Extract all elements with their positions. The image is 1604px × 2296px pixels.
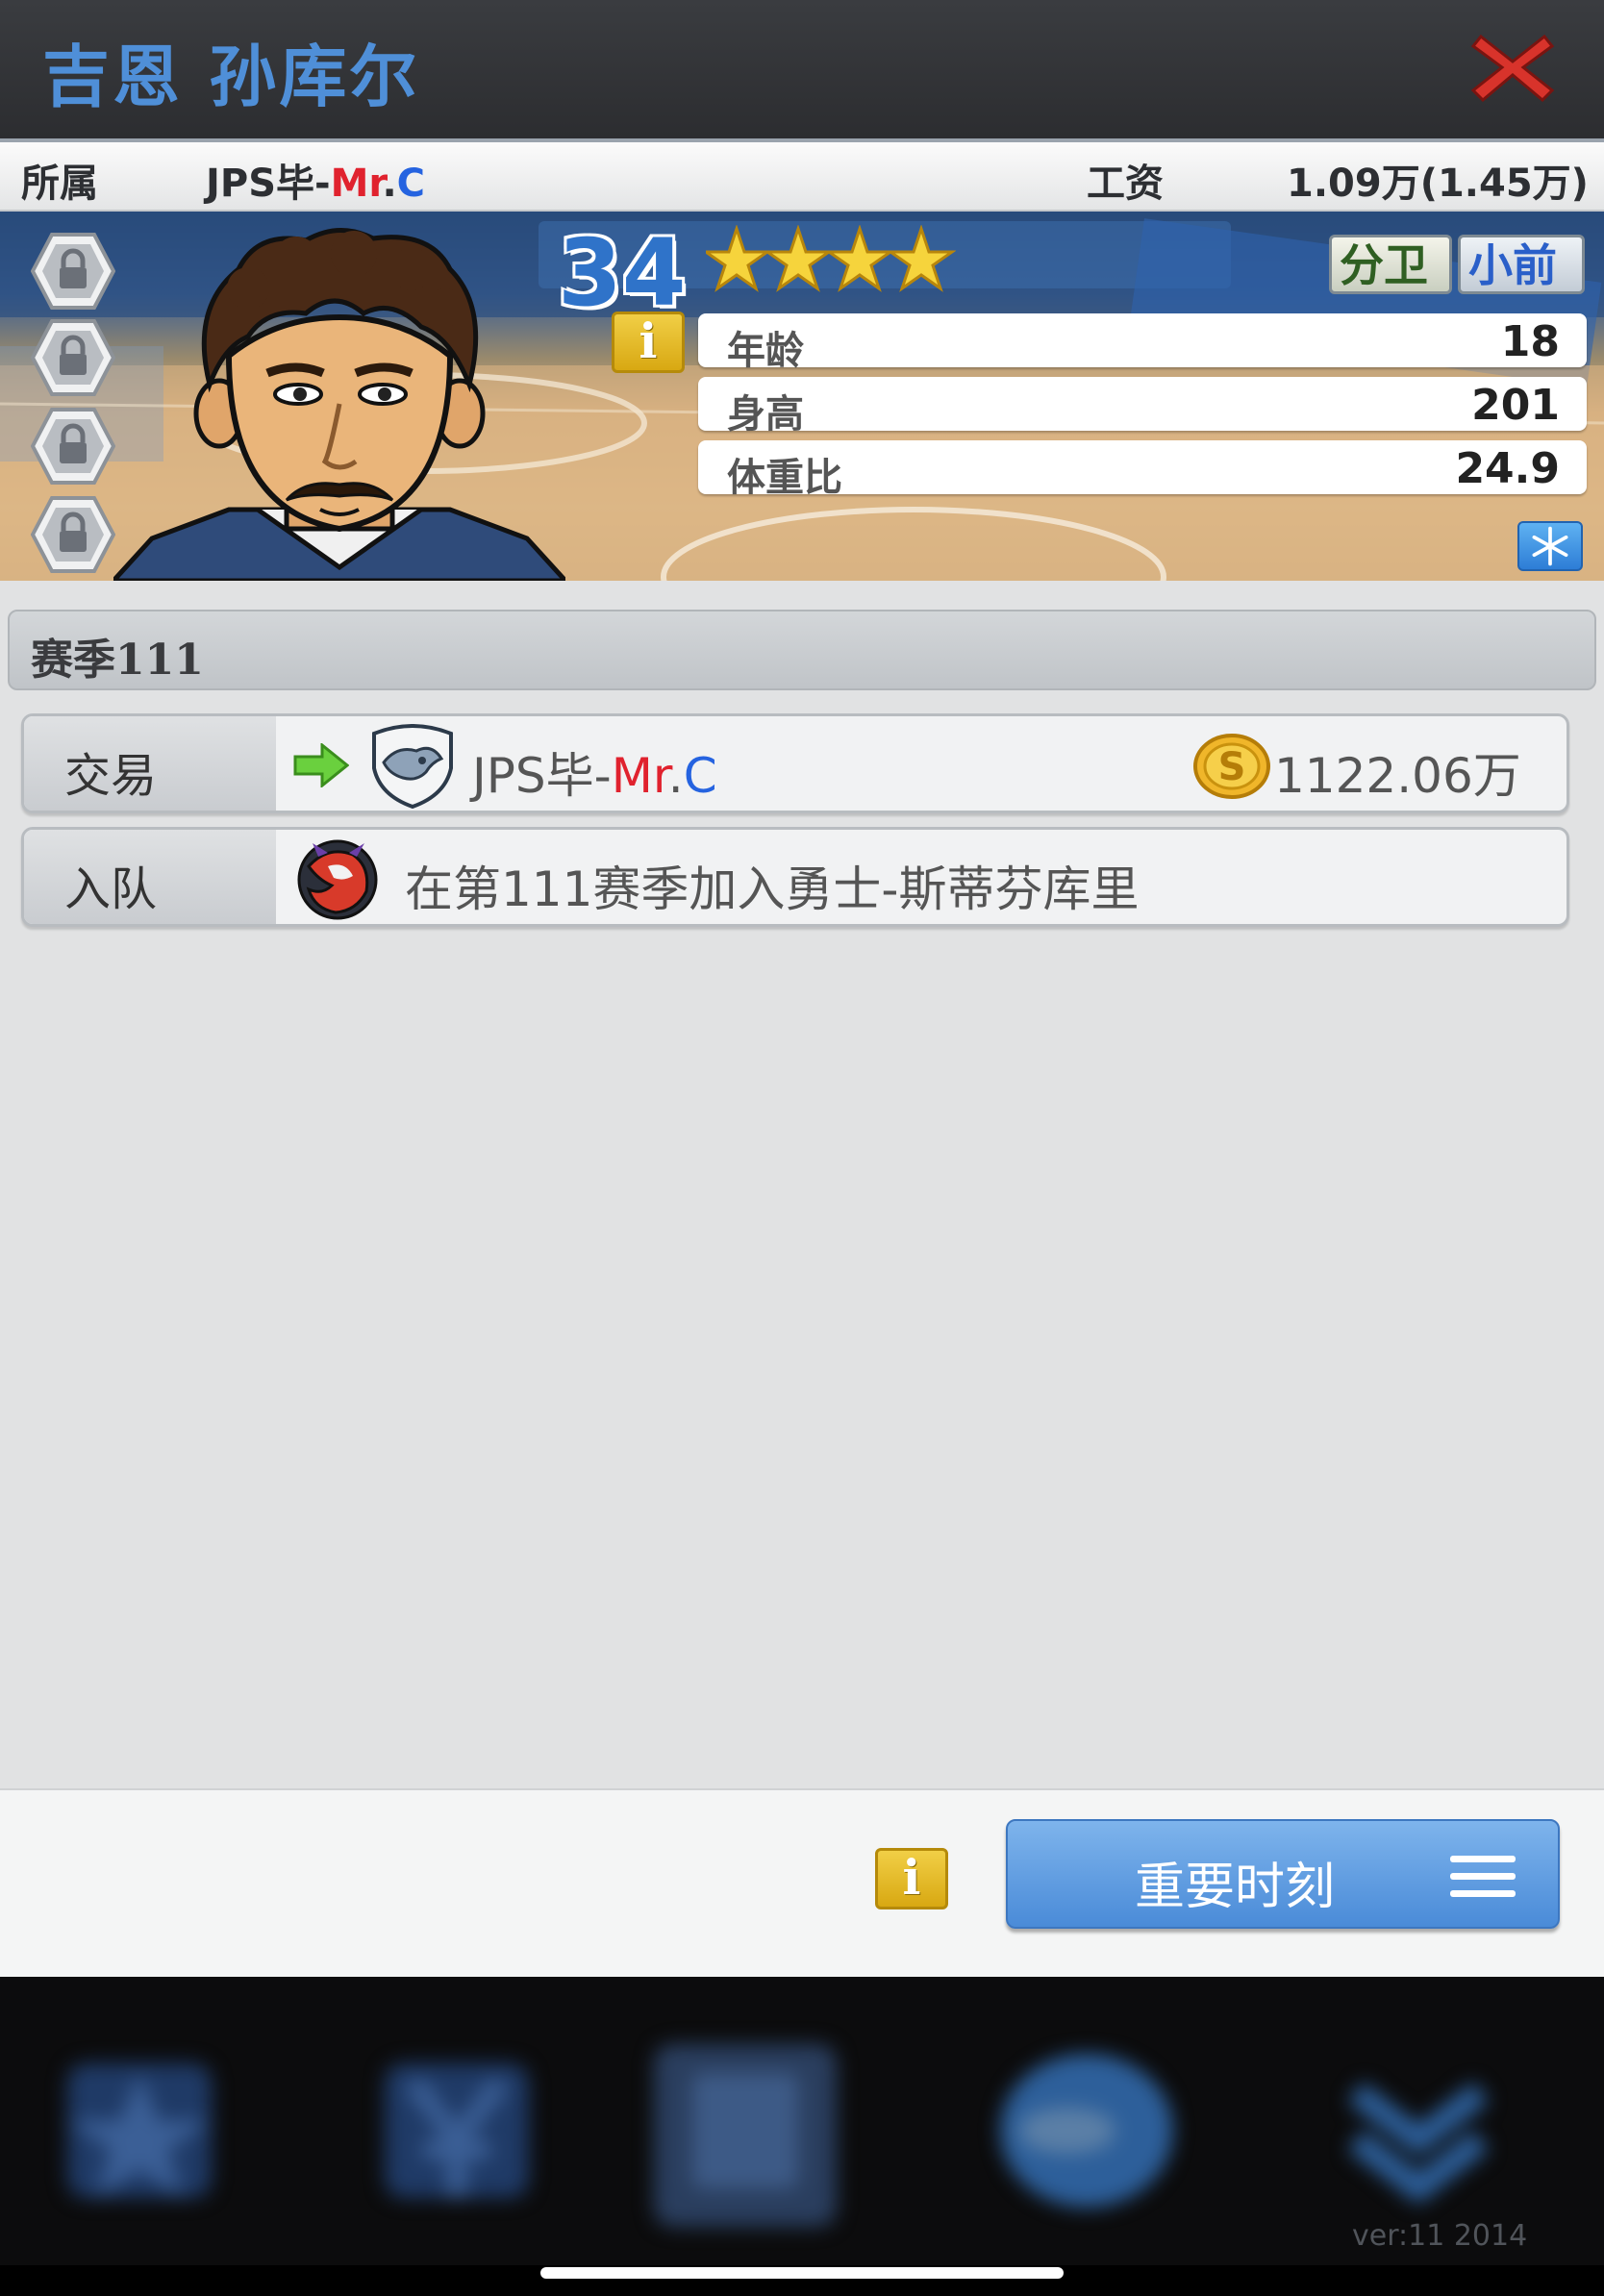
position-secondary: 小前 <box>1458 235 1585 294</box>
player-dialog: 所属 JPS毕-Mr.C 工资 1.09万(1.45万) 34 i 分卫 小前 … <box>0 138 1604 1981</box>
stat-label: 身高 <box>727 392 804 437</box>
close-icon[interactable] <box>1469 29 1556 106</box>
freeze-icon[interactable] <box>1517 521 1583 571</box>
star-icon <box>67 2063 212 2198</box>
menu-icon <box>1450 1856 1516 1897</box>
stat-label: 体重比 <box>727 456 842 500</box>
stat-row-height: 身高 201 <box>698 377 1587 437</box>
history-type-label: 交易 <box>64 749 158 803</box>
star-rating <box>706 225 956 292</box>
key-moments-button[interactable]: 重要时刻 <box>1006 1819 1560 1929</box>
chevron-down-icon <box>1348 2082 1489 2205</box>
salary-label: 工资 <box>1087 162 1164 206</box>
lock-icon[interactable] <box>31 496 115 573</box>
svg-text:S: S <box>1218 745 1246 789</box>
team-label: 所属 <box>21 162 98 206</box>
history-type-label: 入队 <box>64 862 158 916</box>
join-text: 在第111赛季加入勇士-斯蒂芬库里 <box>405 861 1140 917</box>
stat-value: 201 <box>1471 381 1560 430</box>
position-primary: 分卫 <box>1329 235 1452 294</box>
version-label: ver:11 2014 <box>1352 2219 1528 2253</box>
player-name: 吉恩 孙库尔 <box>42 37 420 116</box>
lock-icon[interactable] <box>31 233 115 310</box>
trade-team-name[interactable]: JPS毕-Mr.C <box>472 737 717 807</box>
salary-value: 1.09万(1.45万) <box>1287 162 1589 206</box>
history-type-cell: 入队 <box>24 830 276 924</box>
chat-icon <box>1000 2054 1173 2208</box>
stat-row-age: 年龄 18 <box>698 313 1587 373</box>
stat-row-weight-ratio: 体重比 24.9 <box>698 440 1587 500</box>
history-row-trade[interactable]: 交易 JPS毕-Mr.C S 1122.06万 <box>21 713 1569 813</box>
team-logo-icon <box>372 724 453 809</box>
info-strip: 所属 JPS毕-Mr.C 工资 1.09万(1.45万) <box>0 142 1604 212</box>
key-moments-label: 重要时刻 <box>1135 1859 1336 1916</box>
trade-price: 1122.06万 <box>1274 748 1521 804</box>
team-icon <box>654 2044 837 2227</box>
team-name[interactable]: JPS毕-Mr.C <box>206 152 425 208</box>
stat-value: 18 <box>1500 317 1560 366</box>
player-portrait <box>113 228 565 581</box>
stat-label: 年龄 <box>727 329 804 373</box>
season-title: 赛季111 <box>31 636 204 685</box>
stat-value: 24.9 <box>1455 444 1560 493</box>
info-icon[interactable]: i <box>612 312 685 373</box>
star-icon <box>706 225 772 292</box>
arrow-right-icon <box>293 743 349 787</box>
coin-icon: S <box>1193 734 1270 799</box>
lock-icon[interactable] <box>31 319 115 396</box>
info-icon[interactable]: i <box>875 1848 948 1909</box>
history-type-cell: 交易 <box>24 716 276 811</box>
team-logo-icon <box>297 839 378 920</box>
title-bar: 吉恩 孙库尔 <box>0 0 1604 138</box>
dialog-footer: i 重要时刻 <box>0 1788 1604 1981</box>
lock-icon[interactable] <box>31 408 115 485</box>
history-row-join[interactable]: 入队 在第111赛季加入勇士-斯蒂芬库里 <box>21 827 1569 927</box>
season-header: 赛季111 <box>8 610 1596 690</box>
currency-icon <box>385 2063 529 2198</box>
home-indicator[interactable] <box>540 2267 1064 2279</box>
player-hero: 34 i 分卫 小前 年龄 18 身高 201 体重比 24.9 <box>0 212 1604 581</box>
bottom-nav: ver:11 2014 <box>0 1977 1604 2265</box>
